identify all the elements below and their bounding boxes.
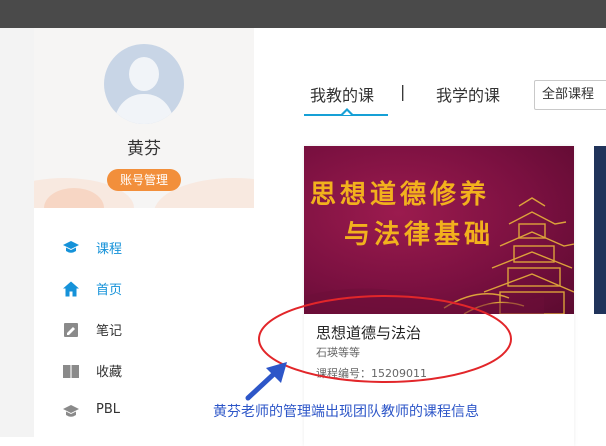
nav-label-home: 首页 (96, 283, 123, 298)
nav-item-home[interactable]: 首页 (62, 277, 242, 301)
cover-title-line1: 思想道德修养 (310, 180, 491, 210)
user-name: 黄芬 (127, 139, 161, 159)
course-teacher: 石瑛等等 (316, 346, 360, 359)
main-content: 我教的课 | 我学的课 全部课程 思想道德修养 与法律基础 思想道德与法治 石瑛… (254, 28, 606, 446)
course-cover-image[interactable]: 思想道德修养 与法律基础 (304, 146, 574, 314)
home-icon (63, 281, 79, 297)
account-management-button[interactable]: 账号管理 (107, 169, 181, 191)
tab-separator: | (400, 82, 406, 101)
nav-label-pbl: PBL (96, 402, 121, 417)
course-icon (63, 241, 79, 253)
course-title[interactable]: 思想道德与法治 (316, 322, 421, 343)
nav-item-notes[interactable]: 笔记 (62, 318, 242, 342)
avatar[interactable] (104, 44, 184, 124)
sidebar: 黄芬 账号管理 课程 首页 笔记 收藏 PBL (34, 28, 254, 437)
book-icon (63, 365, 79, 378)
cover-title-line2: 与法律基础 (344, 220, 495, 250)
annotation-text: 黄芬老师的管理端出现团队教师的课程信息 (213, 404, 479, 420)
nav-label-course: 课程 (96, 242, 123, 257)
next-course-card-edge[interactable] (594, 146, 606, 314)
nav-item-favorites[interactable]: 收藏 (62, 359, 242, 383)
pbl-icon (63, 405, 79, 417)
nav-item-course[interactable]: 课程 (62, 236, 242, 260)
note-icon (64, 323, 78, 337)
profile-panel: 黄芬 账号管理 (34, 28, 254, 208)
course-filter-select[interactable]: 全部课程 (534, 80, 606, 110)
tab-my-learning[interactable]: 我学的课 (436, 82, 500, 106)
nav-label-favorites: 收藏 (96, 365, 123, 380)
top-bar (0, 0, 606, 28)
nav-label-notes: 笔记 (96, 324, 123, 339)
tab-my-teaching[interactable]: 我教的课 (310, 82, 374, 106)
course-code: 课程编号：15209011 (316, 367, 427, 380)
